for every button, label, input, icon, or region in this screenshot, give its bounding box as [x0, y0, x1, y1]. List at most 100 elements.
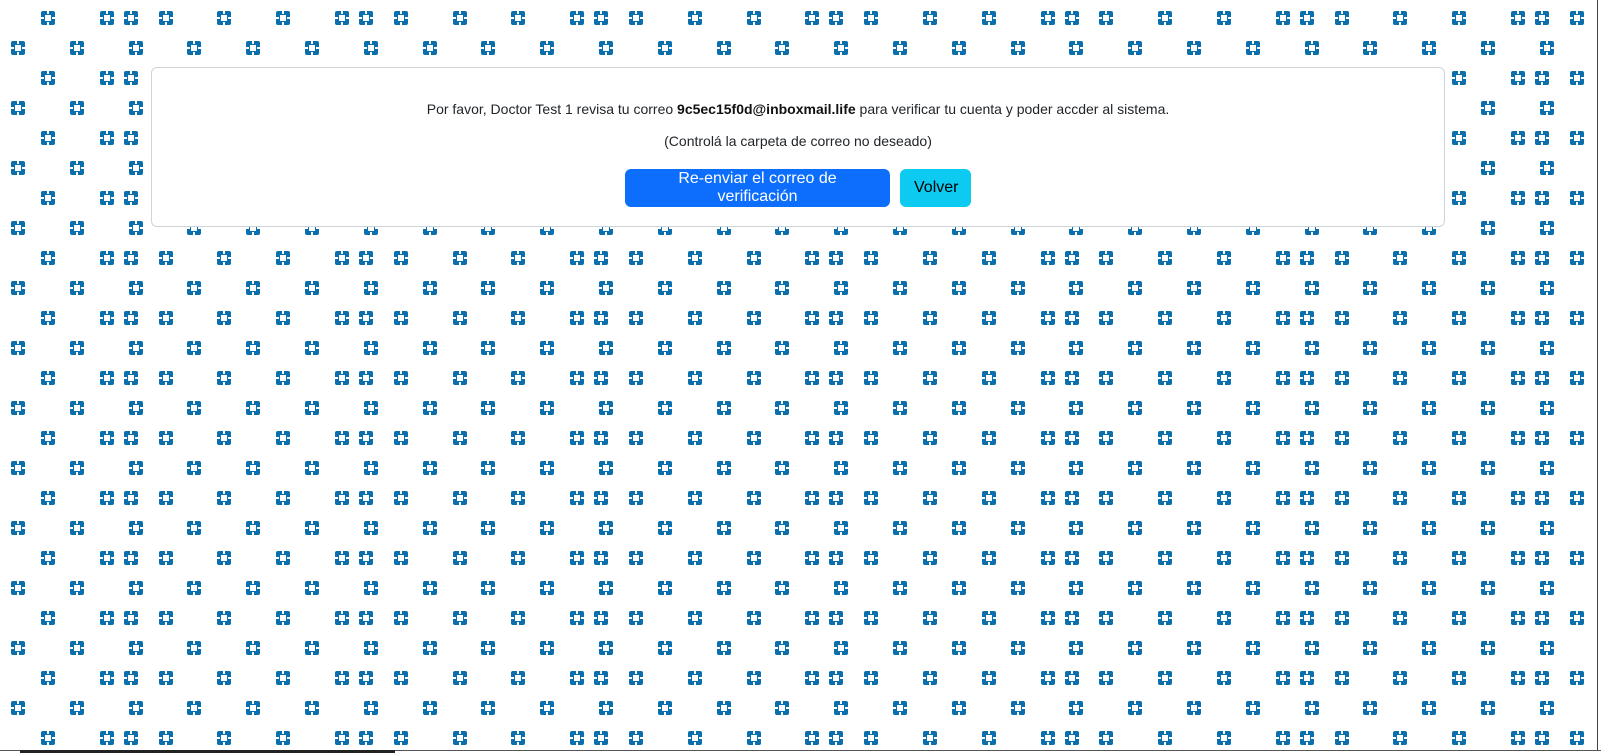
medical-cross-icon	[187, 401, 201, 415]
resend-verification-button[interactable]: Re-enviar el correo de verificación	[625, 169, 890, 207]
medical-cross-icon	[394, 551, 408, 565]
medical-cross-icon	[100, 731, 114, 745]
medical-cross-icon	[629, 671, 643, 685]
medical-cross-icon	[124, 371, 138, 385]
medical-cross-icon	[1069, 521, 1083, 535]
medical-cross-icon	[570, 371, 584, 385]
medical-cross-icon	[1305, 41, 1319, 55]
medical-cross-icon	[1481, 461, 1495, 475]
medical-cross-icon	[100, 671, 114, 685]
medical-cross-icon	[359, 371, 373, 385]
medical-cross-icon	[1187, 701, 1201, 715]
medical-cross-icon	[305, 461, 319, 475]
medical-cross-icon	[1041, 431, 1055, 445]
medical-cross-icon	[1393, 431, 1407, 445]
back-button[interactable]: Volver	[900, 169, 971, 207]
medical-cross-icon	[335, 311, 349, 325]
medical-cross-icon	[1128, 401, 1142, 415]
medical-cross-icon	[1452, 191, 1466, 205]
medical-cross-icon	[217, 431, 231, 445]
medical-cross-icon	[982, 731, 996, 745]
medical-cross-icon	[1540, 461, 1554, 475]
medical-cross-icon	[453, 671, 467, 685]
medical-cross-icon	[1335, 731, 1349, 745]
medical-cross-icon	[864, 371, 878, 385]
medical-cross-icon	[1511, 131, 1525, 145]
medical-cross-icon	[1099, 551, 1113, 565]
medical-cross-icon	[1187, 341, 1201, 355]
medical-cross-icon	[629, 311, 643, 325]
medical-cross-icon	[570, 11, 584, 25]
medical-cross-icon	[829, 311, 843, 325]
medical-cross-icon	[1065, 611, 1079, 625]
medical-cross-icon	[594, 611, 608, 625]
medical-cross-icon	[70, 401, 84, 415]
medical-cross-icon	[829, 611, 843, 625]
medical-cross-icon	[1300, 491, 1314, 505]
medical-cross-icon	[1335, 431, 1349, 445]
medical-cross-icon	[952, 521, 966, 535]
medical-cross-icon	[1422, 401, 1436, 415]
medical-cross-icon	[187, 341, 201, 355]
medical-cross-icon	[1511, 611, 1525, 625]
medical-cross-icon	[982, 311, 996, 325]
medical-cross-icon	[359, 11, 373, 25]
medical-cross-icon	[540, 401, 554, 415]
email-address: 9c5ec15f0d@inboxmail.life	[677, 101, 856, 117]
medical-cross-icon	[511, 611, 525, 625]
medical-cross-icon	[829, 251, 843, 265]
medical-cross-icon	[540, 461, 554, 475]
medical-cross-icon	[511, 251, 525, 265]
medical-cross-icon	[923, 671, 937, 685]
medical-cross-icon	[1363, 281, 1377, 295]
medical-cross-icon	[747, 311, 761, 325]
medical-cross-icon	[100, 71, 114, 85]
medical-cross-icon	[1065, 311, 1079, 325]
medical-cross-icon	[1276, 671, 1290, 685]
medical-cross-icon	[1011, 281, 1025, 295]
medical-cross-icon	[335, 671, 349, 685]
medical-cross-icon	[70, 41, 84, 55]
medical-cross-icon	[982, 371, 996, 385]
medical-cross-icon	[599, 521, 613, 535]
medical-cross-icon	[124, 491, 138, 505]
medical-cross-icon	[829, 731, 843, 745]
medical-cross-icon	[129, 221, 143, 235]
medical-cross-icon	[1511, 671, 1525, 685]
medical-cross-icon	[805, 431, 819, 445]
medical-cross-icon	[864, 611, 878, 625]
medical-cross-icon	[1128, 701, 1142, 715]
medical-cross-icon	[481, 41, 495, 55]
medical-cross-icon	[1335, 611, 1349, 625]
medical-cross-icon	[1422, 521, 1436, 535]
medical-cross-icon	[217, 491, 231, 505]
medical-cross-icon	[305, 341, 319, 355]
medical-cross-icon	[893, 581, 907, 595]
medical-cross-icon	[217, 311, 231, 325]
medical-cross-icon	[599, 41, 613, 55]
medical-cross-icon	[1276, 611, 1290, 625]
medical-cross-icon	[1158, 671, 1172, 685]
medical-cross-icon	[717, 581, 731, 595]
medical-cross-icon	[1570, 371, 1584, 385]
medical-cross-icon	[41, 551, 55, 565]
medical-cross-icon	[629, 551, 643, 565]
medical-cross-icon	[41, 431, 55, 445]
medical-cross-icon	[1011, 641, 1025, 655]
medical-cross-icon	[70, 221, 84, 235]
medical-cross-icon	[658, 701, 672, 715]
medical-cross-icon	[594, 251, 608, 265]
medical-cross-icon	[511, 11, 525, 25]
medical-cross-icon	[982, 251, 996, 265]
medical-cross-icon	[1217, 611, 1231, 625]
medical-cross-icon	[805, 371, 819, 385]
medical-cross-icon	[335, 491, 349, 505]
medical-cross-icon	[217, 551, 231, 565]
medical-cross-icon	[1570, 431, 1584, 445]
medical-cross-icon	[1335, 491, 1349, 505]
medical-cross-icon	[1041, 311, 1055, 325]
medical-cross-icon	[1065, 11, 1079, 25]
medical-cross-icon	[11, 701, 25, 715]
medical-cross-icon	[1422, 701, 1436, 715]
medical-cross-icon	[923, 491, 937, 505]
